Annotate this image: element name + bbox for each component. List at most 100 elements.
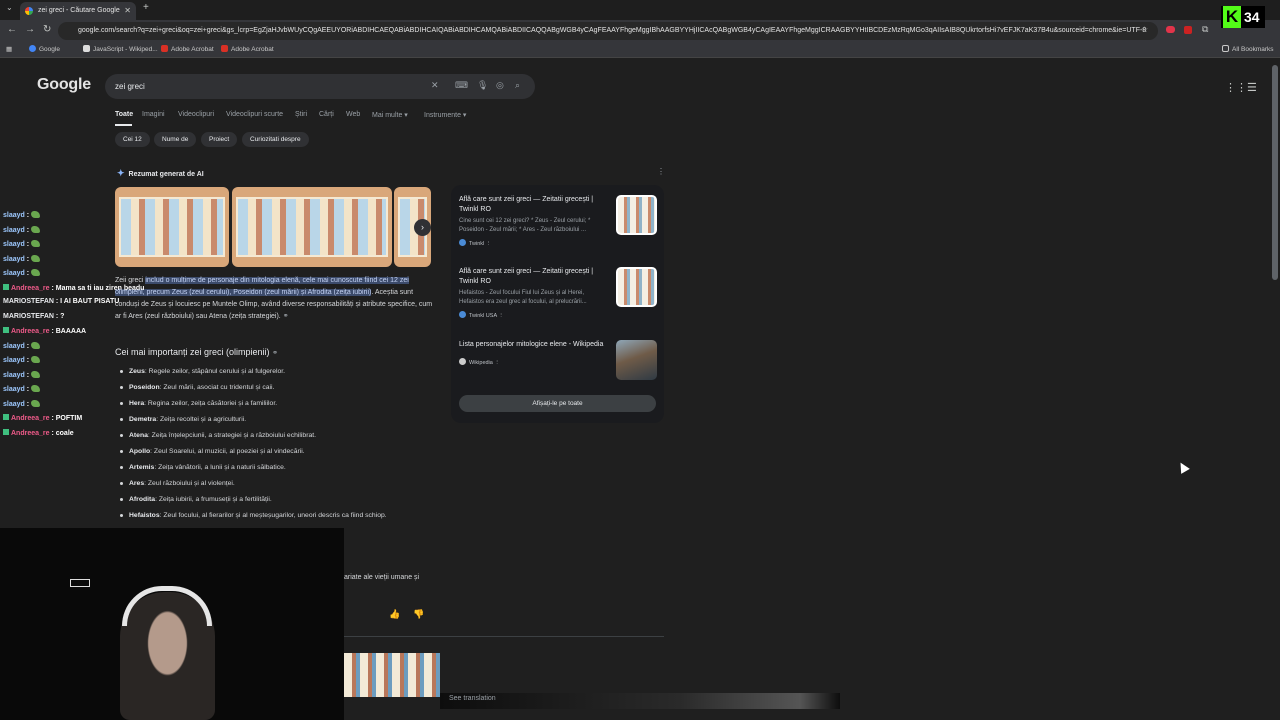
chat-badge-icon [3, 414, 9, 420]
bookmark-adobe-acrobat-2[interactable]: Adobe Acrobat [221, 45, 274, 53]
link-icon[interactable]: ⚭ [283, 313, 289, 320]
link-icon[interactable]: ⚭ [272, 350, 278, 357]
source-thumbnail[interactable] [616, 340, 657, 380]
translation-bar[interactable]: See translation [440, 693, 840, 709]
chip-proiect[interactable]: Proiect [201, 132, 238, 147]
lens-icon[interactable]: ◎ [496, 80, 504, 91]
chat-text: : [24, 357, 30, 364]
chat-message: Andreea_re : Mama sa ti iau ziren beadu [3, 283, 144, 292]
show-all-button[interactable]: Afișați-le pe toate [459, 395, 656, 412]
pepe-emote-icon [31, 254, 41, 262]
chat-message: Andreea_re : POFTIM [3, 414, 82, 422]
tab-books[interactable]: Cărți [319, 111, 334, 118]
ai-image-2[interactable] [232, 187, 392, 267]
extension-icon[interactable] [1166, 26, 1175, 33]
search-input[interactable] [115, 80, 415, 93]
tab-all[interactable]: Toate [115, 111, 133, 118]
source-card[interactable]: Lista personajelor mitologice elene - Wi… [459, 340, 609, 366]
bookmark-label: Adobe Acrobat [171, 46, 214, 53]
apps-grid-icon[interactable]: ▦ [6, 45, 12, 53]
scrollbar[interactable] [1272, 65, 1278, 280]
source-site-name: Twinkl [469, 241, 485, 247]
search-icon[interactable]: ⌕ [515, 80, 520, 91]
thumbs-down-icon[interactable]: 👎 [413, 609, 424, 620]
more-options-icon[interactable]: ⋮ [486, 241, 492, 247]
chat-username: Andreea_re [11, 415, 50, 422]
bookmark-javascript[interactable]: JavaScript - Wikiped... [83, 45, 158, 53]
source-card[interactable]: Află care sunt zeii greci — Zeitatii gre… [459, 267, 609, 319]
chevron-down-icon: ▾ [462, 112, 467, 119]
tab-tools[interactable]: Instrumente ▾ [424, 111, 466, 119]
tab-news[interactable]: Știri [295, 111, 307, 118]
bookmark-google[interactable]: Google [29, 45, 60, 53]
viewer-count: 34 [1244, 9, 1260, 25]
chat-text: : ? [53, 312, 65, 320]
new-tab-icon[interactable]: + [143, 2, 149, 13]
tab-web[interactable]: Web [346, 111, 360, 118]
google-logo[interactable]: Google [37, 76, 91, 94]
source-site-name: Wikipedia [469, 360, 493, 366]
carousel-next-button[interactable]: › [414, 219, 431, 236]
sources-panel: Află care sunt zeii greci — Zeitatii gre… [451, 185, 664, 423]
bookmark-adobe-acrobat[interactable]: Adobe Acrobat [161, 45, 214, 53]
back-icon[interactable]: ← [7, 24, 17, 35]
extensions-puzzle-icon[interactable]: ⧉ [1202, 24, 1208, 35]
source-card[interactable]: Află care sunt zeii greci — Zeitatii gre… [459, 195, 609, 247]
bookmark-label: JavaScript - Wikiped... [93, 46, 158, 53]
search-box[interactable]: ✕ ⌨ 🎙 ◎ ⌕ [105, 74, 535, 99]
source-thumbnail[interactable] [616, 267, 657, 307]
microphone-icon[interactable]: 🎙 [477, 80, 488, 91]
reload-icon[interactable]: ↻ [43, 24, 51, 35]
all-bookmarks[interactable]: All Bookmarks [1222, 45, 1274, 53]
tab-short-videos[interactable]: Videoclipuri scurte [226, 111, 283, 118]
gods-heading-text: Cei mai importanți zei greci (olimpienii… [115, 347, 270, 357]
tab-videos[interactable]: Videoclipuri [178, 111, 214, 118]
pepe-emote-icon [31, 370, 41, 378]
pepe-emote-icon [31, 225, 41, 233]
tab-more[interactable]: Mai multe ▾ [372, 111, 408, 119]
chat-message: slaayd : [3, 240, 41, 248]
gods-heading: Cei mai importanți zei greci (olimpienii… [115, 347, 278, 357]
google-favicon-icon [25, 7, 33, 15]
god-name: Ares [129, 480, 145, 487]
more-options-icon[interactable]: ⋮ [657, 167, 665, 176]
chat-text: : [24, 255, 30, 263]
gods-list: Zeus: Regele zeilor, stăpânul cerului și… [120, 364, 440, 522]
tab-images[interactable]: Imagini [142, 111, 165, 118]
chip-nume-de[interactable]: Nume de [154, 132, 197, 147]
pepe-emote-icon [31, 240, 41, 247]
ai-image-1[interactable] [115, 187, 229, 267]
webcam-light [70, 579, 90, 587]
ai-continuation-text: ariate ale vieții umane și [344, 574, 420, 581]
apps-grid-icon[interactable]: ⋮⋮ [1225, 81, 1247, 94]
chat-message: slaayd : [3, 370, 41, 379]
chat-message: slaayd : [3, 385, 41, 393]
address-bar[interactable]: google.com/search?q=zei+greci&oq=zei+gre… [58, 22, 1158, 40]
mouse-cursor-icon [1176, 460, 1190, 474]
browser-tab[interactable]: zei greci - Căutare Google ✕ [20, 2, 136, 20]
divider [344, 636, 664, 637]
chip-cei-12[interactable]: Cei 12 [115, 132, 150, 147]
chat-username: slaayd [3, 357, 25, 364]
source-title: Află care sunt zeii greci — Zeitatii gre… [459, 268, 594, 285]
forward-icon[interactable]: → [25, 24, 35, 35]
settings-icon[interactable]: ☰ [1247, 81, 1257, 94]
keyboard-icon[interactable]: ⌨ [455, 80, 468, 91]
chat-username: Andreea_re [11, 429, 50, 437]
chat-badge-icon [3, 283, 9, 290]
source-thumbnail[interactable] [616, 195, 657, 235]
clear-icon[interactable]: ✕ [431, 80, 439, 91]
sparkle-icon: ✦ [117, 168, 125, 178]
more-options-icon[interactable]: ⋮ [494, 360, 500, 366]
bookmark-star-icon[interactable]: ☆ [1141, 25, 1148, 34]
chat-username: slaayd [3, 226, 25, 234]
more-options-icon[interactable]: ⋮ [498, 313, 504, 319]
close-tab-icon[interactable]: ✕ [124, 2, 131, 20]
chip-curiozitati[interactable]: Curiozitati despre [242, 132, 309, 147]
thumbs-up-icon[interactable]: 👍 [389, 609, 400, 620]
webcam-overlay [0, 528, 344, 720]
list-item: Atena: Zeița înțelepciunii, a strategiei… [120, 428, 440, 444]
tab-search-icon[interactable]: ⌄ [6, 3, 13, 12]
extension-icon[interactable] [1184, 26, 1192, 34]
image-strip[interactable] [344, 653, 440, 697]
